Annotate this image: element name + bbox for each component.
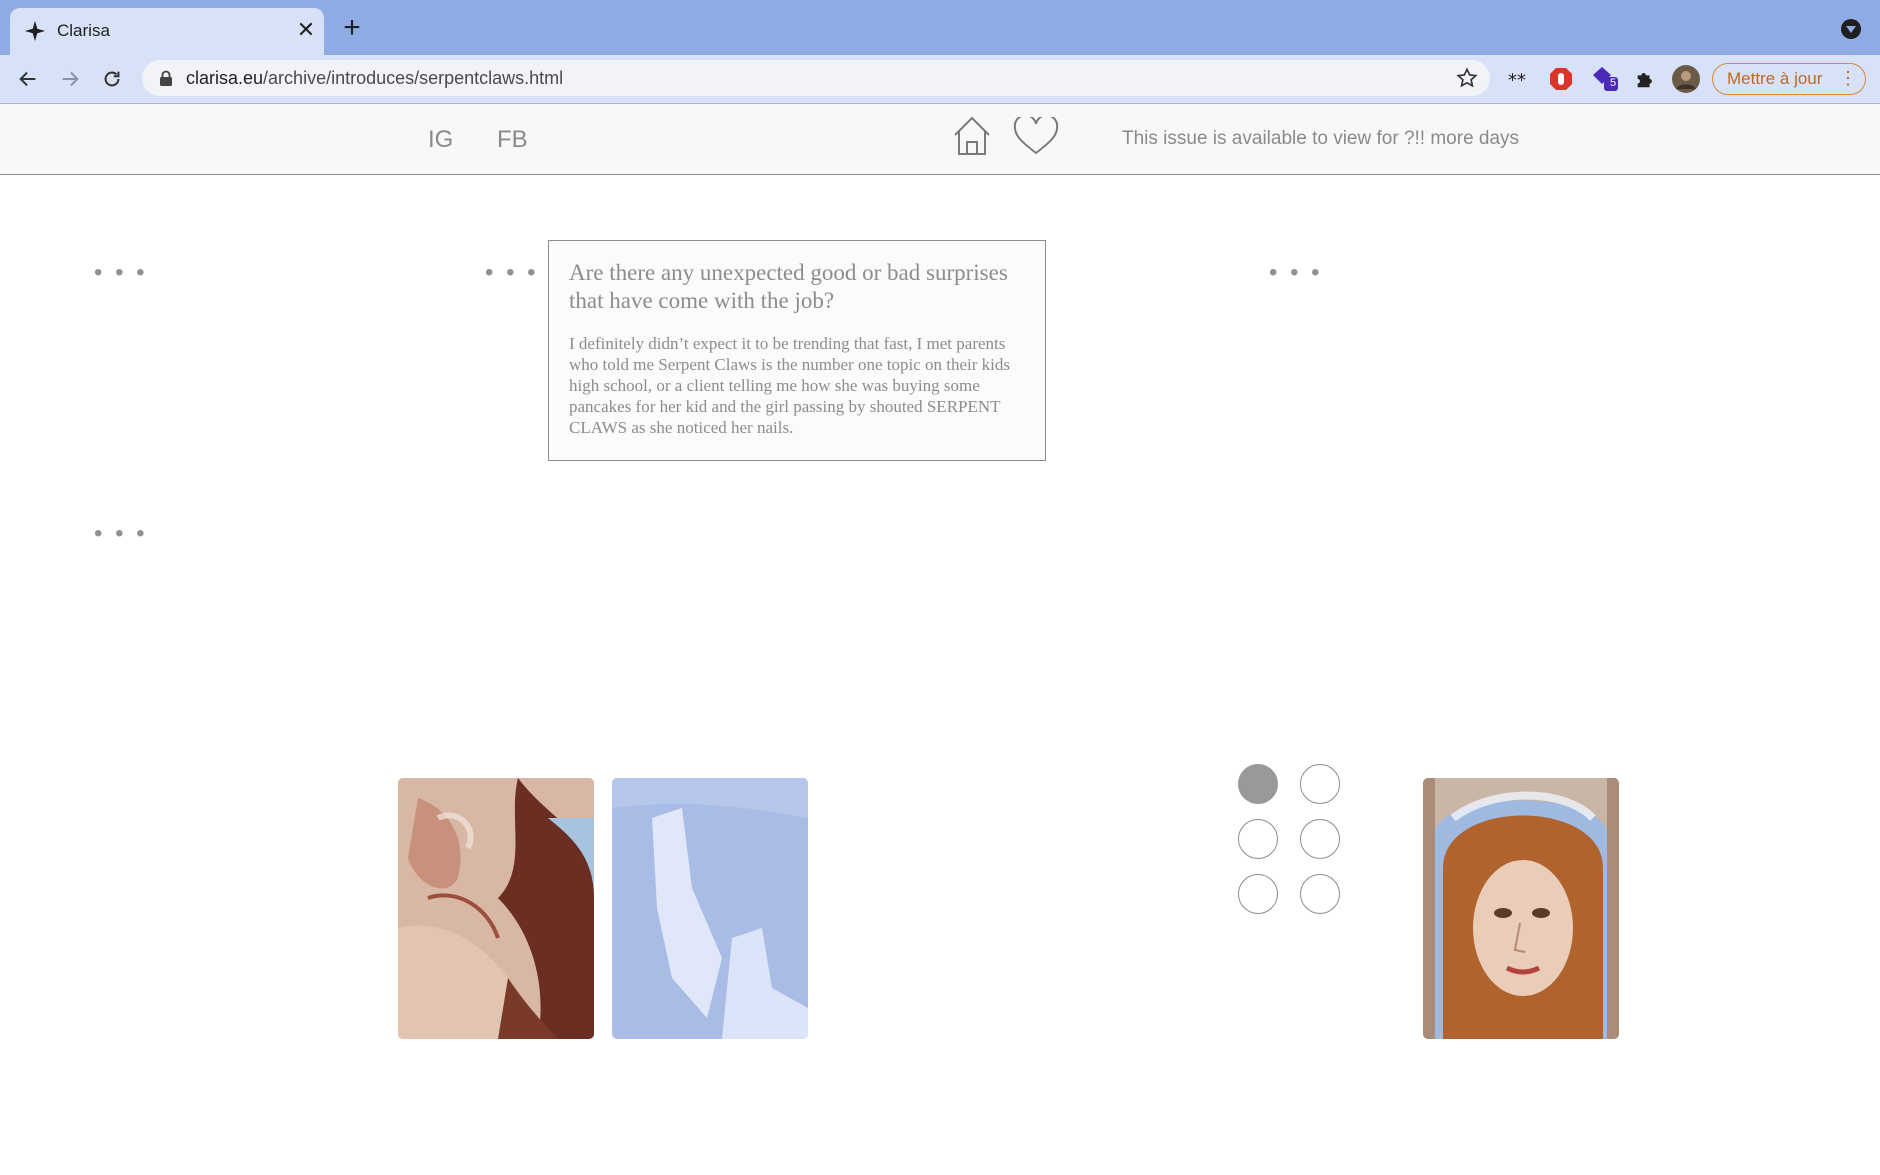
url-domain: clarisa.eu [186,68,264,88]
qa-question: Are there any unexpected good or bad sur… [569,260,1008,313]
extension-adblock[interactable] [1547,65,1575,93]
gallery-photo[interactable] [612,778,808,1039]
ellipsis-marker[interactable]: • • • [94,261,148,285]
pager-dot[interactable] [1300,819,1340,859]
back-button[interactable] [12,63,44,95]
pager-dot[interactable] [1300,764,1340,804]
home-icon[interactable] [953,116,991,156]
profile-avatar[interactable] [1672,65,1700,93]
reload-icon [104,71,120,87]
availability-notice: This issue is available to view for ?!! … [1122,128,1520,149]
qa-answer: I definitely didn’t expect it to be tren… [569,334,1010,437]
extension-asterisk[interactable]: ** [1505,65,1533,93]
avatar-icon [1672,65,1700,93]
stop-sign-icon [1550,68,1572,90]
pager-dot[interactable] [1238,764,1278,804]
heart-icon[interactable] [1013,117,1059,155]
close-tab-icon[interactable]: ✕ [294,18,318,42]
gallery-photo[interactable] [1423,778,1619,1039]
svg-text:**: ** [1508,72,1526,86]
address-bar[interactable]: clarisa.eu/archive/introduces/serpentcla… [142,60,1490,96]
bookmark-star-icon[interactable] [1456,67,1478,89]
forward-button[interactable] [54,63,86,95]
url-path: /archive/introduces/serpentclaws.html [263,68,564,88]
url-text: clarisa.eu/archive/introduces/serpentcla… [186,68,563,89]
painted-woman-nail-image [398,778,594,1039]
tab-title: Clarisa [57,21,110,40]
portrait-nail-image [1423,778,1619,1039]
sparkle-icon [24,20,46,42]
puzzle-icon [1637,73,1652,88]
lock-icon [160,70,172,86]
ellipsis-marker[interactable]: • • • [1269,261,1323,285]
asterisk-icon: ** [1508,72,1526,86]
browser-tabbar: Clarisa ✕ + [0,0,1880,55]
arrow-left-icon [19,71,36,87]
browser-tab[interactable]: Clarisa ✕ [10,8,324,55]
arrow-right-icon [62,71,79,87]
more-vertical-icon: ⋮ [1839,68,1857,88]
site-header: IG FB This issue is available to view fo… [0,104,1880,175]
ellipsis-marker[interactable]: • • • [94,522,148,546]
extensions-button[interactable] [1631,65,1659,93]
new-tab-button[interactable]: + [338,13,366,43]
extension-badge-count: 5 [1609,77,1617,89]
extension-badged[interactable]: 5 [1589,65,1621,93]
gallery-pager [1236,762,1346,916]
pager-dot[interactable] [1238,874,1278,914]
ellipsis-marker[interactable]: • • • [485,261,539,285]
update-button-label: Mettre à jour [1727,69,1823,88]
pager-dot[interactable] [1238,819,1278,859]
browser-toolbar: clarisa.eu/archive/introduces/serpentcla… [0,55,1880,104]
pager-dot[interactable] [1300,874,1340,914]
update-button[interactable]: Mettre à jour ⋮ [1712,63,1866,95]
pale-blue-nail-image [612,778,808,1039]
instagram-link[interactable]: IG [428,126,453,154]
gallery-photo[interactable] [398,778,594,1039]
tab-search-button[interactable] [1841,19,1861,39]
reload-button[interactable] [96,63,128,95]
qa-card: Are there any unexpected good or bad sur… [548,240,1046,461]
facebook-link[interactable]: FB [497,126,528,154]
